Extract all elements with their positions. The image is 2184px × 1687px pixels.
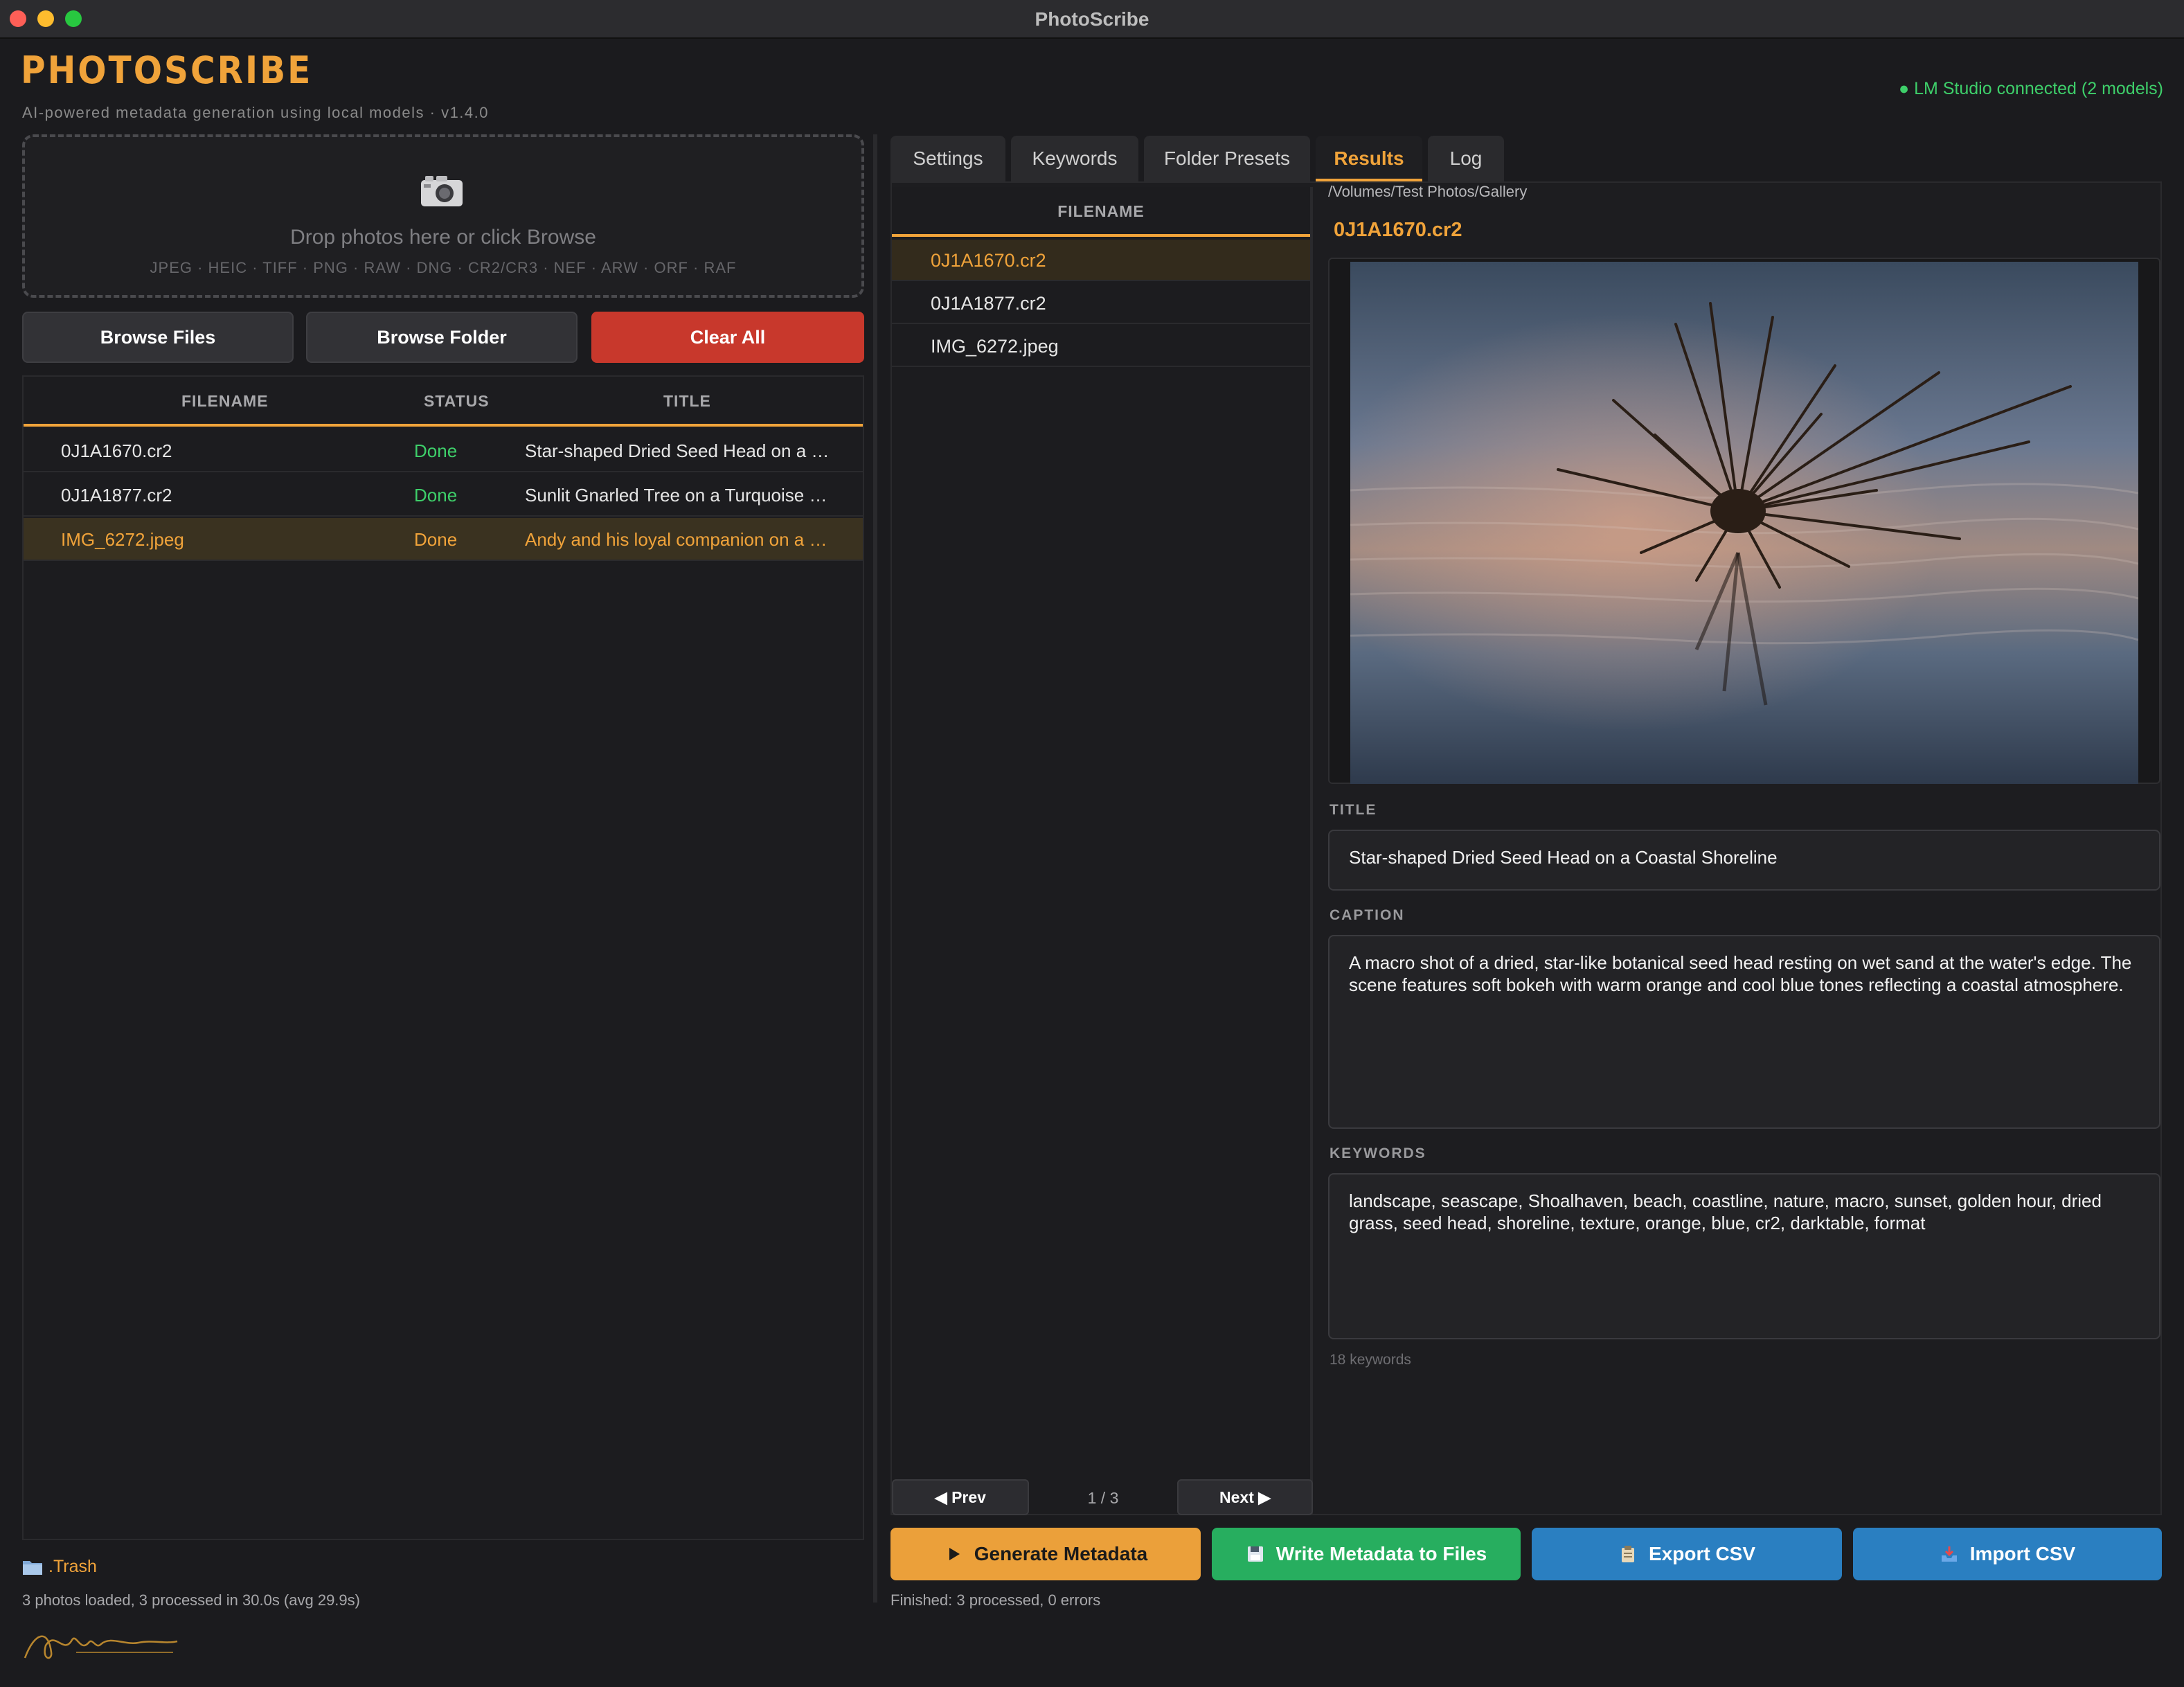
file-list-item[interactable]: IMG_6272.jpeg — [892, 325, 1310, 367]
tab-keywords[interactable]: Keywords — [1011, 136, 1138, 181]
photo-table: FILENAME STATUS TITLE 0J1A1670.cr2 Done … — [22, 375, 864, 1540]
signature-logo — [24, 1635, 178, 1659]
left-status-text: 3 photos loaded, 3 processed in 30.0s (a… — [22, 1591, 360, 1609]
row-title: Andy and his loyal companion on a … — [525, 529, 827, 550]
row-title: Star-shaped Dried Seed Head on a … — [525, 440, 830, 461]
app-subtitle: AI-powered metadata generation using loc… — [22, 104, 490, 121]
folder-path: /Volumes/Test Photos/Gallery — [1328, 183, 1528, 200]
row-filename: 0J1A1670.cr2 — [61, 440, 172, 461]
camera-icon — [421, 176, 463, 206]
supported-formats: JPEG · HEIC · TIFF · PNG · RAW · DNG · C… — [150, 259, 737, 276]
write-metadata-button[interactable]: Write Metadata to Files — [1212, 1528, 1521, 1580]
column-header-status[interactable]: STATUS — [424, 392, 490, 411]
caption-label: CAPTION — [1330, 907, 1405, 923]
column-header-title[interactable]: TITLE — [663, 392, 711, 411]
table-header: FILENAME STATUS TITLE — [24, 377, 863, 427]
next-button[interactable]: Next ▶ — [1177, 1479, 1313, 1515]
table-row[interactable]: 0J1A1877.cr2 Done Sunlit Gnarled Tree on… — [24, 474, 863, 517]
table-row-selected[interactable]: IMG_6272.jpeg Done Andy and his loyal co… — [24, 518, 863, 561]
keywords-label: KEYWORDS — [1330, 1145, 1426, 1161]
row-status: Done — [414, 529, 458, 550]
drop-zone-text: Drop photos here or click Browse — [290, 226, 596, 249]
generate-metadata-label: Generate Metadata — [974, 1543, 1148, 1564]
caption-field[interactable]: A macro shot of a dried, star-like botan… — [1328, 935, 2160, 1129]
browse-files-button[interactable]: Browse Files — [22, 312, 294, 363]
photo-preview-frame — [1328, 258, 2160, 784]
connection-status: ● LM Studio connected (2 models) — [1899, 79, 2163, 98]
tab-settings[interactable]: Settings — [890, 136, 1005, 181]
tab-folder-presets[interactable]: Folder Presets — [1144, 136, 1310, 181]
write-metadata-label: Write Metadata to Files — [1276, 1543, 1487, 1564]
selected-filename: 0J1A1670.cr2 — [1334, 219, 1462, 241]
generate-metadata-button[interactable]: Generate Metadata — [890, 1528, 1201, 1580]
export-csv-button[interactable]: Export CSV — [1532, 1528, 1842, 1580]
import-csv-label: Import CSV — [1969, 1543, 2076, 1564]
title-label: TITLE — [1330, 802, 1377, 818]
row-status: Done — [414, 440, 458, 461]
import-csv-button[interactable]: Import CSV — [1853, 1528, 2162, 1580]
window-title: PhotoScribe — [1035, 8, 1149, 30]
drop-zone[interactable]: Drop photos here or click Browse JPEG · … — [22, 134, 864, 298]
panel-splitter[interactable] — [873, 134, 877, 1603]
row-filename: IMG_6272.jpeg — [61, 529, 184, 550]
clipboard-icon — [1621, 1546, 1634, 1562]
row-status: Done — [414, 485, 458, 506]
current-folder[interactable]: .Trash — [22, 1557, 97, 1577]
inbox-tray-icon — [1941, 1546, 1957, 1562]
row-title: Sunlit Gnarled Tree on a Turquoise … — [525, 485, 827, 506]
clear-all-button[interactable]: Clear All — [591, 312, 864, 363]
column-header-filename[interactable]: FILENAME — [181, 392, 269, 411]
table-row[interactable]: 0J1A1670.cr2 Done Star-shaped Dried Seed… — [24, 429, 863, 472]
file-list-item-selected[interactable]: 0J1A1670.cr2 — [892, 240, 1310, 281]
file-list-header-label: FILENAME — [1057, 202, 1145, 220]
file-list-item[interactable]: 0J1A1877.cr2 — [892, 283, 1310, 324]
export-csv-label: Export CSV — [1648, 1543, 1756, 1564]
tab-log[interactable]: Log — [1428, 136, 1504, 181]
photo-preview — [1350, 262, 2138, 784]
page-indicator: 1 / 3 — [1087, 1489, 1119, 1507]
floppy-disk-icon — [1247, 1546, 1263, 1562]
app-brand: PHOTOSCRIBE — [21, 48, 313, 92]
tab-results[interactable]: Results — [1316, 136, 1422, 181]
prev-button[interactable]: ◀ Prev — [892, 1479, 1029, 1515]
right-status-text: Finished: 3 processed, 0 errors — [890, 1591, 1101, 1609]
keyword-count: 18 keywords — [1330, 1352, 1411, 1368]
file-list-header: FILENAME — [892, 187, 1310, 237]
keywords-field[interactable]: landscape, seascape, Shoalhaven, beach, … — [1328, 1173, 2160, 1339]
title-field[interactable]: Star-shaped Dried Seed Head on a Coastal… — [1328, 830, 2160, 891]
browse-folder-button[interactable]: Browse Folder — [306, 312, 578, 363]
results-file-list: FILENAME 0J1A1670.cr2 0J1A1877.cr2 IMG_6… — [892, 187, 1313, 1514]
folder-icon — [23, 1560, 42, 1575]
folder-name: .Trash — [48, 1557, 97, 1576]
play-icon — [949, 1548, 960, 1560]
row-filename: 0J1A1877.cr2 — [61, 485, 172, 506]
